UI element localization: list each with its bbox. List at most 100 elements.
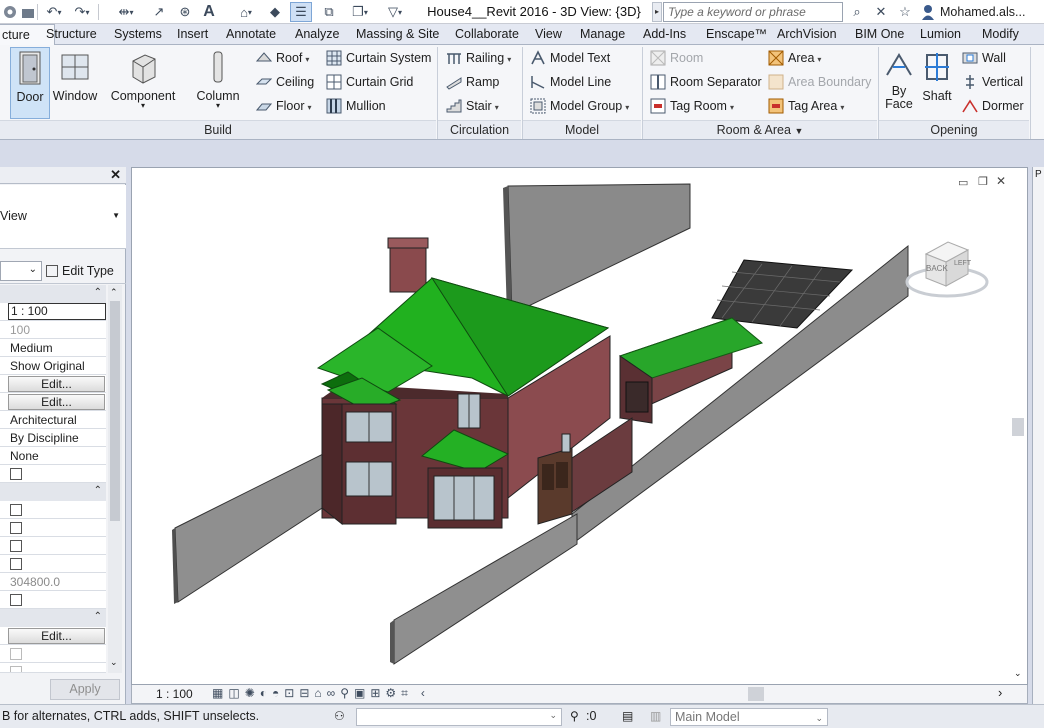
window-button[interactable]: Window	[52, 47, 98, 119]
floor-button[interactable]: Floor ▾	[255, 95, 312, 117]
room-button[interactable]: Room	[650, 47, 703, 69]
viewcube[interactable]: BACK LEFT	[904, 234, 990, 304]
close-icon[interactable]: ✕	[110, 167, 121, 183]
model-group-button[interactable]: Model Group ▾	[530, 95, 629, 117]
locked-orientation-checkbox[interactable]	[10, 647, 22, 660]
edit-type-button[interactable]: Edit Type	[46, 261, 122, 281]
ceiling-button[interactable]: Ceiling	[255, 71, 314, 93]
scroll-thumb[interactable]	[110, 301, 120, 521]
detail-level-field[interactable]: Medium	[0, 339, 106, 357]
crop-view-icon[interactable]: ⊡	[284, 686, 294, 701]
scroll-down-icon[interactable]: ⌄	[1014, 668, 1022, 679]
design-options-icon[interactable]: ▤	[622, 709, 633, 723]
filter-icon[interactable]: ⚲	[570, 709, 579, 723]
vg-overrides-edit-button[interactable]: Edit...	[8, 376, 105, 392]
editable-only-icon[interactable]: ▥	[650, 709, 661, 723]
annotation-crop-checkbox[interactable]	[10, 539, 22, 552]
crop-view-checkbox[interactable]	[10, 503, 22, 516]
redo-icon[interactable]: ↷ ▾	[70, 2, 94, 22]
tag-room-button[interactable]: Tag Room ▾	[650, 95, 734, 117]
scroll-right-icon[interactable]: ›	[998, 685, 1002, 700]
render-icon[interactable]: ◓	[272, 686, 279, 701]
tab-insert[interactable]: Insert	[177, 24, 208, 45]
app-menu-icon[interactable]	[0, 2, 20, 22]
rendering-settings-edit-button[interactable]: Edit...	[8, 628, 105, 644]
tab-bim-one[interactable]: BIM One	[855, 24, 904, 45]
project-browser-panel[interactable]: P	[1032, 167, 1044, 704]
worksets-icon[interactable]: ⚇	[334, 709, 345, 723]
curtain-grid-button[interactable]: Curtain Grid	[326, 71, 413, 93]
undo-icon[interactable]: ↶ ▾	[42, 2, 66, 22]
3d-view-icon[interactable]: ⌂ ▾	[230, 2, 262, 22]
tag-icon[interactable]: ⊛	[176, 2, 194, 22]
switch-windows-icon[interactable]: ❐ ▾	[345, 2, 375, 22]
design-option-dropdown[interactable]: Main Model ⌄	[670, 708, 828, 726]
area-button[interactable]: Area ▾	[768, 47, 821, 69]
type-selector[interactable]: View ▼	[0, 185, 126, 249]
instance-filter-dropdown[interactable]: ⌄	[0, 261, 42, 281]
viewport-vertical-scrollbar[interactable]: ⌄	[1012, 178, 1026, 684]
railing-button[interactable]: Railing ▾	[446, 47, 511, 69]
section-box-checkbox[interactable]	[10, 593, 22, 606]
properties-scrollbar[interactable]: ⌃ ⌄	[108, 285, 122, 673]
tab-enscape[interactable]: Enscape™	[706, 24, 767, 45]
graphics-group-header[interactable]: ⌃	[0, 285, 106, 303]
tab-systems[interactable]: Systems	[114, 24, 162, 45]
detail-level-icon[interactable]: ▦	[212, 686, 223, 701]
visual-style-icon[interactable]: ◫	[228, 686, 239, 701]
far-clip-checkbox[interactable]	[10, 557, 22, 570]
view-scale-label[interactable]: 1 : 100	[156, 687, 193, 701]
measure-icon[interactable]: ⇹ ▾	[112, 2, 140, 22]
apply-button[interactable]: Apply	[50, 679, 120, 700]
dormer-opening-button[interactable]: Dormer	[962, 95, 1024, 117]
tab-archvision[interactable]: ArchVision	[777, 24, 837, 45]
show-crop-icon[interactable]: ⊟	[299, 686, 309, 701]
reveal-hidden-icon[interactable]: ⚲	[340, 686, 349, 701]
shadows-icon[interactable]: ◐	[260, 686, 267, 701]
curtain-system-button[interactable]: Curtain System	[326, 47, 431, 69]
open-icon[interactable]	[20, 2, 36, 22]
tab-collaborate[interactable]: Collaborate	[455, 24, 519, 45]
extents-group-header[interactable]: ⌃	[0, 483, 106, 501]
stair-button[interactable]: Stair ▾	[446, 95, 499, 117]
3d-viewport[interactable]: ▭ ❐ ✕ BACK LEFT ⌄	[131, 167, 1028, 685]
communication-center-icon[interactable]: ✕	[872, 2, 890, 22]
sun-path-icon[interactable]: ✺	[245, 686, 255, 701]
vertical-opening-button[interactable]: Vertical	[962, 71, 1023, 93]
tag-area-button[interactable]: Tag Area ▾	[768, 95, 844, 117]
tab-annotate[interactable]: Annotate	[226, 24, 276, 45]
aligned-dimension-icon[interactable]: ↗	[150, 2, 168, 22]
collapse-icon[interactable]: ⌃	[94, 611, 102, 622]
by-face-button[interactable]: By Face	[882, 47, 916, 119]
wall-opening-button[interactable]: Wall	[962, 47, 1006, 69]
door-button[interactable]: Door	[10, 47, 50, 119]
temp-properties-icon[interactable]: ▣	[354, 686, 365, 701]
show-hidden-lines-field[interactable]: By Discipline	[0, 429, 106, 447]
component-button[interactable]: Component ▾	[108, 47, 178, 119]
house-model[interactable]	[132, 168, 1029, 686]
search-input[interactable]: Type a keyword or phrase	[663, 2, 843, 22]
graphic-display-edit-button[interactable]: Edit...	[8, 394, 105, 410]
scroll-down-icon[interactable]: ⌄	[110, 657, 118, 668]
tab-modify[interactable]: Modify	[982, 24, 1019, 45]
tab-view[interactable]: View	[535, 24, 562, 45]
user-icon[interactable]	[918, 2, 938, 22]
parts-visibility-field[interactable]: Show Original	[0, 357, 106, 375]
viewport-h-scroll-thumb[interactable]	[748, 687, 764, 701]
tab-lumion[interactable]: Lumion	[920, 24, 961, 45]
discipline-field[interactable]: Architectural	[0, 411, 106, 429]
analytical-model-icon[interactable]: ⚙	[385, 686, 396, 701]
favorites-icon[interactable]: ☆	[896, 2, 914, 22]
sun-path-checkbox[interactable]	[10, 467, 22, 480]
scroll-up-icon[interactable]: ⌃	[110, 287, 118, 298]
collapse-icon[interactable]: ⌃	[94, 287, 102, 298]
collapse-icon[interactable]: ⌃	[94, 485, 102, 496]
close-hidden-icon[interactable]: ⧉	[320, 2, 338, 22]
worksharing-icon[interactable]: ⊞	[370, 686, 380, 701]
tab-analyze[interactable]: Analyze	[295, 24, 339, 45]
camera-group-header[interactable]: ⌃	[0, 609, 106, 627]
temp-hide-icon[interactable]: ∞	[327, 686, 336, 701]
room-separator-button[interactable]: Room Separator	[650, 71, 762, 93]
roof-button[interactable]: Roof ▾	[255, 47, 309, 69]
text-icon[interactable]: A	[200, 2, 218, 22]
